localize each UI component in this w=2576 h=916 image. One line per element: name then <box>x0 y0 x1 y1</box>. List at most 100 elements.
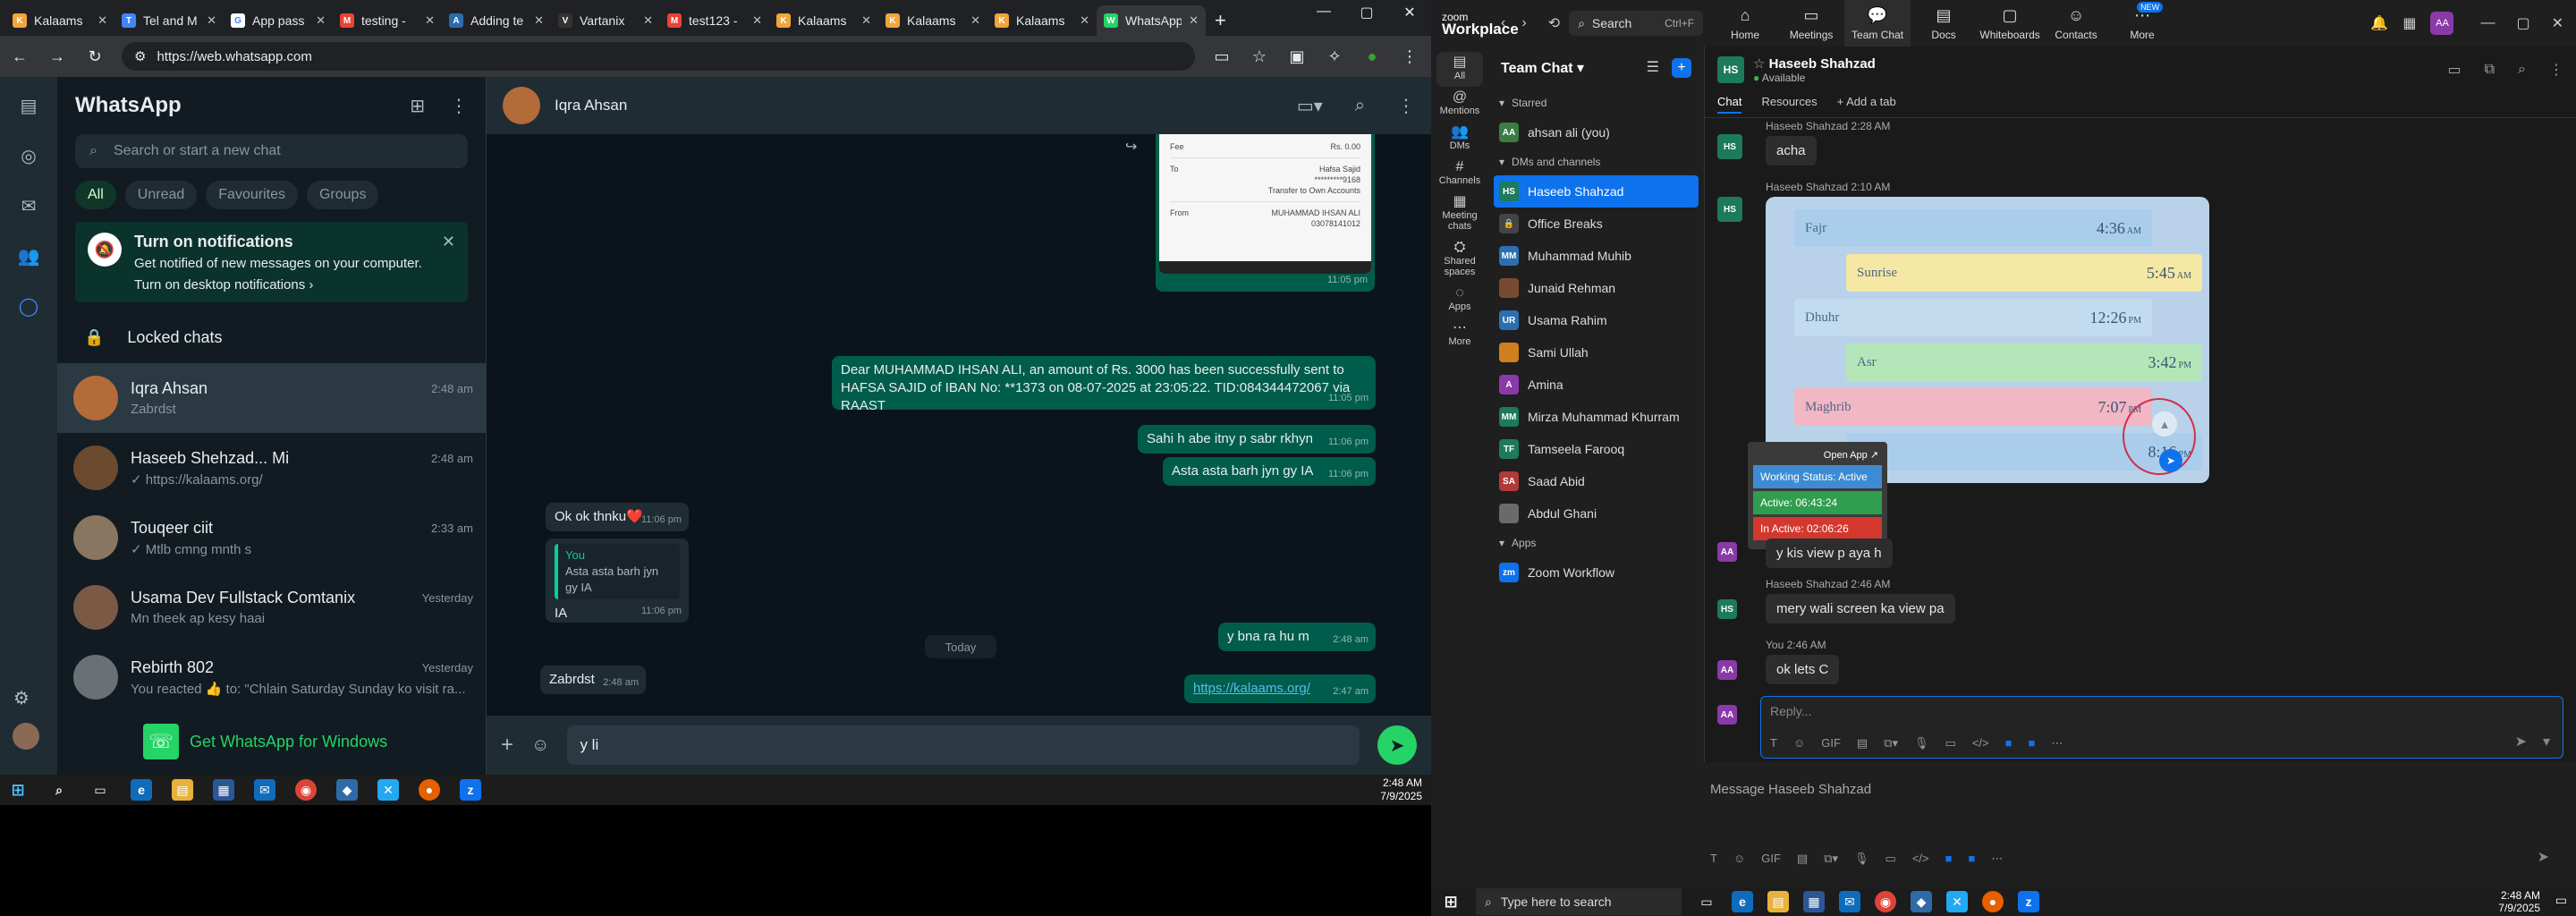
file-icon[interactable]: ▤ <box>1857 736 1868 751</box>
communities-icon[interactable]: 👥 <box>16 243 41 268</box>
message-bubble[interactable]: y bna ra hu m 2:48 am <box>1218 623 1376 651</box>
rail-dms[interactable]: 👥 DMs <box>1431 122 1488 157</box>
vscode-alt-icon[interactable]: ◆ <box>336 779 358 801</box>
file-icon[interactable]: ▤ <box>1797 852 1808 866</box>
message-bubble[interactable]: Sahi h abe itny p sabr rkhyn 11:06 pm <box>1138 425 1376 454</box>
starred-section[interactable]: ▾ Starred <box>1488 89 1704 116</box>
edge-icon[interactable]: e <box>131 779 152 801</box>
receipt-image[interactable]: Fee Rs. 0.00 To Hafsa Sajid *********9168 Tr… <box>1159 134 1371 274</box>
chat-item[interactable]: Abdul Ghani <box>1488 497 1704 530</box>
chat-list-item[interactable]: Haseeb Shehzad... Mi 2:48 am ✓ https://kal… <box>57 433 486 503</box>
rail-shared-spaces[interactable]: ⛭ Shared spaces <box>1431 237 1488 283</box>
task-view-icon[interactable]: ▭ <box>1696 891 1717 912</box>
open-app-link[interactable]: Open App ↗ <box>1753 447 1882 462</box>
tab-close-icon[interactable]: ✕ <box>752 13 762 28</box>
browser-tab[interactable]: K Kalaams ✕ <box>987 5 1097 36</box>
vscode-icon[interactable]: ✕ <box>377 779 399 801</box>
menu-icon[interactable]: ⋮ <box>450 95 468 117</box>
browser-menu-icon[interactable]: ⋮ <box>1399 47 1420 66</box>
user-avatar[interactable]: AA <box>2430 12 2454 35</box>
video-message-icon[interactable]: ▭ <box>1885 852 1896 866</box>
firefox-icon[interactable]: ● <box>419 779 440 801</box>
taskbar-clock[interactable]: 2:48 AM 7/9/2025 <box>1380 776 1422 803</box>
app-icon[interactable]: ■ <box>2028 736 2035 751</box>
quoted-message[interactable]: You Asta asta barh jyn gy IA <box>555 544 680 599</box>
mic-icon[interactable]: 🎙 <box>1854 852 1869 866</box>
close-icon[interactable]: ✕ <box>442 233 455 251</box>
settings-gear-icon[interactable]: ⚙ <box>9 685 34 710</box>
tab-close-icon[interactable]: ✕ <box>316 13 326 28</box>
chat-item[interactable]: zm Zoom Workflow <box>1488 556 1704 589</box>
chat-item[interactable]: 🔒 Office Breaks <box>1488 208 1704 240</box>
chrome-icon[interactable]: ◉ <box>1875 891 1896 912</box>
extension-icon[interactable]: ▣ <box>1286 47 1308 66</box>
chat-search-input[interactable]: ⌕ Search or start a new chat <box>75 134 468 168</box>
edge-icon[interactable]: e <box>1732 891 1753 912</box>
message-text[interactable]: mery wali screen ka view pa <box>1766 594 1955 623</box>
screenshot-icon[interactable]: ⧉▾ <box>1824 852 1838 866</box>
filter-chip[interactable]: All <box>75 181 116 209</box>
team-chat-title[interactable]: Team Chat ▾ <box>1501 59 1584 77</box>
rail-all[interactable]: ▤ All <box>1436 52 1483 87</box>
chat-item[interactable]: AA ahsan ali (you) <box>1488 116 1704 148</box>
dms-section[interactable]: ▾ DMs and channels <box>1488 148 1704 175</box>
zoom-search[interactable]: ⌕ Search Ctrl+F <box>1569 11 1704 36</box>
chat-item[interactable]: Junaid Rehman <box>1488 272 1704 304</box>
emoji-icon[interactable]: ☺ <box>1733 852 1745 866</box>
video-call-icon[interactable]: ▭▾ <box>1297 95 1323 117</box>
browser-tab[interactable]: V Vartanix ✕ <box>551 5 660 36</box>
gif-icon[interactable]: GIF <box>1761 852 1781 866</box>
browser-tab[interactable]: A Adding te ✕ <box>442 5 551 36</box>
mail-icon[interactable]: ✉ <box>254 779 275 801</box>
message-link[interactable]: https://kalaams.org/ <box>1193 681 1310 696</box>
vscode-alt-icon[interactable]: ◆ <box>1911 891 1932 912</box>
browser-tab[interactable]: K Kalaams ✕ <box>878 5 987 36</box>
contact-name[interactable]: Haseeb Shahzad <box>1769 56 1876 72</box>
file-explorer-icon[interactable]: ▤ <box>1767 891 1789 912</box>
conversation-tab[interactable]: Chat <box>1717 95 1742 114</box>
zoom-nav-docs[interactable]: ▤ Docs <box>1911 0 1977 47</box>
filter-chip[interactable]: Unread <box>124 181 198 209</box>
send-button[interactable]: ➤ <box>1377 725 1417 765</box>
search-icon[interactable]: ⌕ <box>2518 62 2526 78</box>
back-icon[interactable]: ← <box>9 47 30 66</box>
message-bubble-image[interactable]: Fee Rs. 0.00 To Hafsa Sajid *********9168 Tr… <box>1156 134 1375 292</box>
channels-icon[interactable]: ✉ <box>16 193 41 218</box>
message-bubble[interactable]: Ok ok thnku❤️ 11:06 pm <box>546 503 689 531</box>
vscode-icon[interactable]: ✕ <box>1946 891 1968 912</box>
message-bubble-reply[interactable]: You Asta asta barh jyn gy IA IA 11:06 pm <box>546 539 689 623</box>
windows-start-icon[interactable]: ⊞ <box>7 779 29 801</box>
star-icon[interactable]: ☆ <box>1753 56 1765 72</box>
gif-icon[interactable]: GIF <box>1821 736 1841 751</box>
chat-item[interactable]: A Amina <box>1488 369 1704 401</box>
notifications-banner[interactable]: 🔕 Turn on notifications Get notified of … <box>75 222 468 302</box>
rail-mentions[interactable]: @ Mentions <box>1431 87 1488 122</box>
new-chat-icon[interactable]: ⊞ <box>410 95 425 117</box>
tab-close-icon[interactable]: ✕ <box>534 13 544 28</box>
new-tab-button[interactable]: + <box>1206 5 1235 36</box>
browser-tab[interactable]: K Kalaams ✕ <box>769 5 878 36</box>
profile-avatar[interactable] <box>13 723 39 750</box>
code-icon[interactable]: </> <box>1912 852 1929 866</box>
chat-item[interactable]: MM Muhammad Muhib <box>1488 240 1704 272</box>
filter-icon[interactable]: ☰ <box>1647 58 1659 78</box>
emoji-icon[interactable]: ☺ <box>1793 736 1805 751</box>
search-icon[interactable]: ⌕ <box>48 779 70 801</box>
tab-close-icon[interactable]: ✕ <box>643 13 653 28</box>
app-icon[interactable]: ■ <box>1945 852 1953 866</box>
chat-list-item[interactable]: Rebirth 802 Yesterday You reacted 👍 to: "C… <box>57 642 486 712</box>
chat-list-item[interactable]: Usama Dev Fullstack Comtanix Yesterday Mn … <box>57 572 486 642</box>
message-placeholder[interactable]: Message Haseeb Shahzad <box>1710 782 1871 797</box>
taskbar-search[interactable]: ⌕ Type here to search <box>1476 888 1682 915</box>
send-options-icon[interactable]: ▾ <box>2543 733 2550 751</box>
chat-item[interactable]: MM Mirza Muhammad Khurram <box>1488 401 1704 433</box>
mail-icon[interactable]: ✉ <box>1839 891 1860 912</box>
up-arrow-icon[interactable]: ▲ <box>2152 411 2177 437</box>
code-icon[interactable]: </> <box>1972 736 1989 751</box>
chat-item[interactable]: HS Haseeb Shahzad <box>1494 175 1699 208</box>
zoom-nav-contacts[interactable]: ☺ Contacts <box>2043 0 2109 47</box>
zoom-nav-team-chat[interactable]: 💬 Team Chat <box>1844 0 1911 47</box>
working-status-popup[interactable]: Open App ↗ Working Status: Active Active… <box>1748 442 1887 549</box>
status-icon[interactable]: ◎ <box>16 143 41 168</box>
forward-icon[interactable]: › <box>1521 15 1526 31</box>
